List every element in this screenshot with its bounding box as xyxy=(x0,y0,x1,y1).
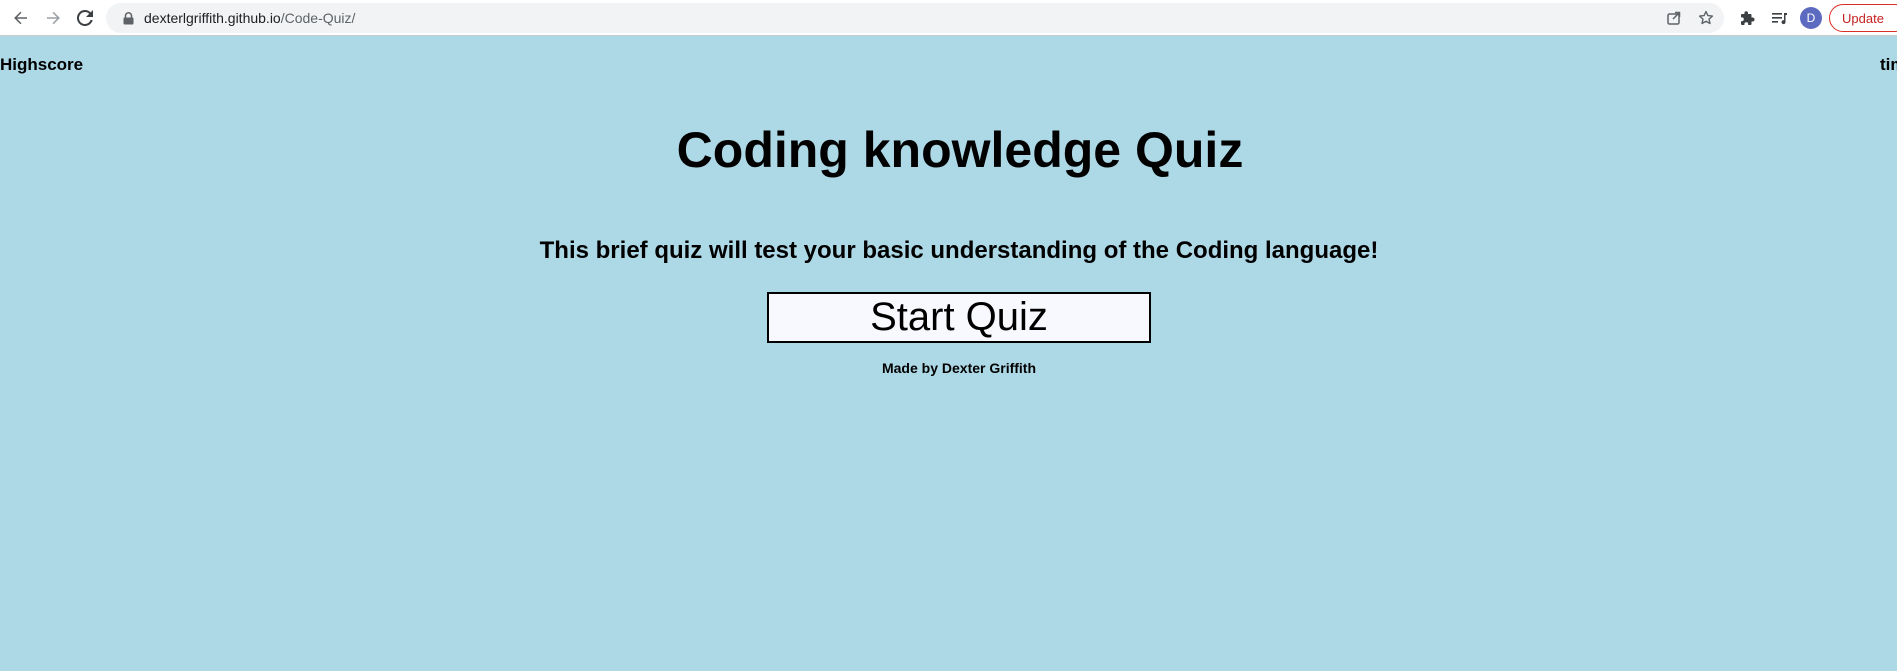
quiz-page: Highscore time Coding knowledge Quiz Thi… xyxy=(0,37,1897,671)
url-text[interactable]: dexterlgriffith.github.io/Code-Quiz/ xyxy=(144,10,355,26)
author-credit: Made by Dexter Griffith xyxy=(881,360,1037,376)
url-host: dexterlgriffith.github.io xyxy=(144,10,281,26)
url-path: /Code-Quiz/ xyxy=(280,10,356,26)
extensions-icon[interactable] xyxy=(1732,3,1762,33)
reload-icon[interactable] xyxy=(70,3,100,33)
profile-avatar[interactable]: D xyxy=(1800,7,1822,29)
media-queue-icon[interactable] xyxy=(1764,3,1794,33)
start-quiz-button[interactable]: Start Quiz xyxy=(767,292,1151,343)
timer-label: time xyxy=(1880,55,1897,74)
address-bar[interactable]: dexterlgriffith.github.io/Code-Quiz/ xyxy=(106,3,1724,33)
highscore-link[interactable]: Highscore xyxy=(0,55,83,75)
browser-toolbar: dexterlgriffith.github.io/Code-Quiz/ D U… xyxy=(0,0,1897,36)
share-icon[interactable] xyxy=(1664,8,1684,28)
back-arrow-icon[interactable] xyxy=(6,3,36,33)
forward-arrow-icon[interactable] xyxy=(38,3,68,33)
update-button[interactable]: Update ⋮ xyxy=(1829,4,1897,32)
quiz-description: This brief quiz will test your basic und… xyxy=(539,237,1379,264)
address-bar-actions xyxy=(1664,3,1716,33)
menu-dots-icon: ⋮ xyxy=(1892,10,1897,27)
lock-icon[interactable] xyxy=(121,11,135,25)
page-title: Coding knowledge Quiz xyxy=(676,122,1244,178)
star-icon[interactable] xyxy=(1696,8,1716,28)
toolbar-right: D Update ⋮ xyxy=(1732,3,1897,33)
update-button-label: Update xyxy=(1842,10,1884,26)
